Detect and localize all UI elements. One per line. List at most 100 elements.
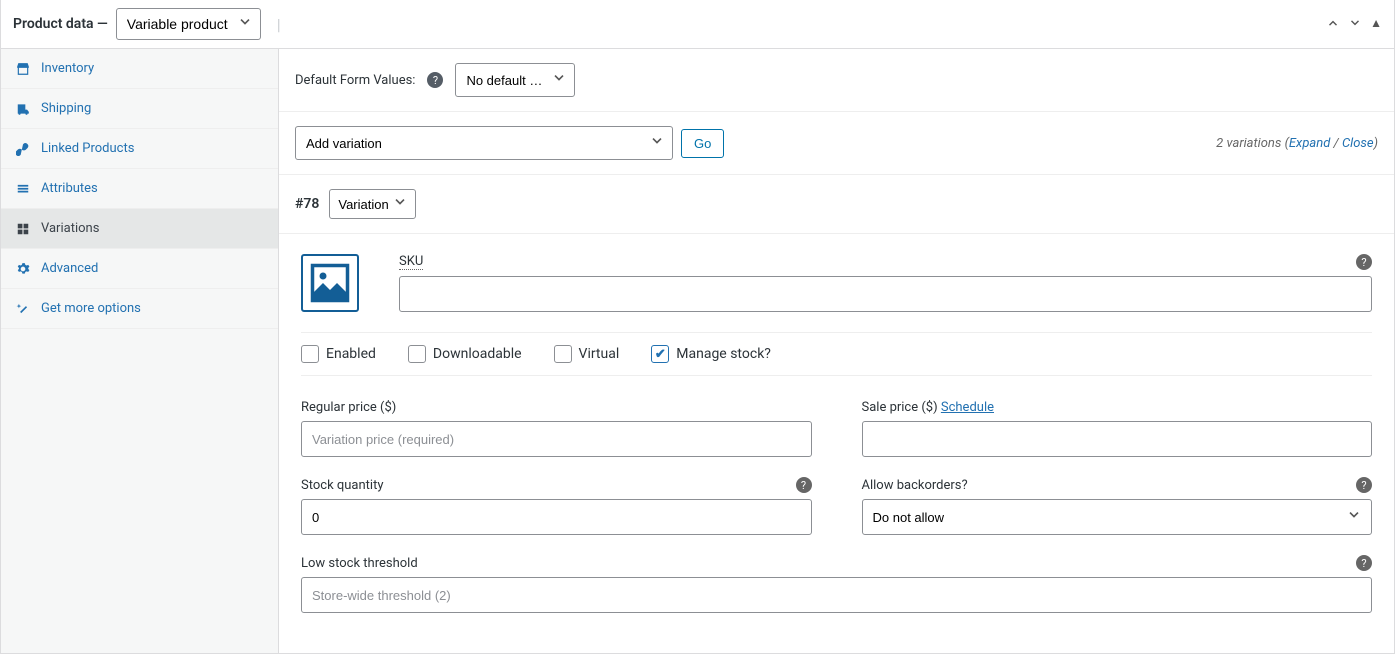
image-icon xyxy=(309,262,351,304)
virtual-label: Virtual xyxy=(579,346,620,362)
default-value-wrap: No default B... xyxy=(455,63,575,97)
tab-label: Attributes xyxy=(41,181,98,196)
gear-icon xyxy=(15,262,31,276)
list-icon xyxy=(15,182,31,196)
sku-field: SKU ? xyxy=(399,254,1372,312)
variation-attribute-select[interactable]: Variation xyxy=(329,189,416,219)
help-icon[interactable]: ? xyxy=(1356,254,1372,270)
help-icon[interactable]: ? xyxy=(1356,555,1372,571)
tab-content: Default Form Values: ? No default B... A… xyxy=(279,49,1394,653)
grid-icon xyxy=(15,222,31,236)
low-stock-field: Low stock threshold ? xyxy=(301,555,1372,613)
sale-price-input[interactable] xyxy=(862,421,1373,457)
downloadable-checkbox-item[interactable]: Downloadable xyxy=(408,345,522,363)
sale-price-label-row: Sale price ($) Schedule xyxy=(862,400,1373,415)
enabled-label: Enabled xyxy=(326,346,376,362)
tab-linked-products[interactable]: Linked Products xyxy=(1,129,278,169)
sku-label-row: SKU ? xyxy=(399,254,1372,270)
virtual-checkbox[interactable] xyxy=(554,345,572,363)
manage-stock-checkbox[interactable] xyxy=(651,345,669,363)
variation-attr-wrap: Variation xyxy=(329,189,416,219)
allow-backorders-field: Allow backorders? ? Do not allow xyxy=(862,477,1373,535)
tab-label: Inventory xyxy=(41,61,94,76)
header-divider: | xyxy=(277,15,281,34)
panel-header: Product data — Variable product | ▲ xyxy=(1,0,1394,49)
panel-title: Product data — xyxy=(13,16,108,32)
meta-end: ) xyxy=(1374,136,1378,151)
add-variation-select[interactable]: Add variation xyxy=(295,126,673,160)
panel-up-icon[interactable] xyxy=(1326,16,1340,33)
add-variation-wrap: Add variation xyxy=(295,126,673,160)
product-data-panel: Product data — Variable product | ▲ xyxy=(0,0,1395,654)
inventory-icon xyxy=(15,62,31,76)
default-form-label: Default Form Values: xyxy=(295,73,415,88)
link-icon xyxy=(15,142,31,156)
sale-price-label: Sale price ($) xyxy=(862,400,938,415)
tab-advanced[interactable]: Advanced xyxy=(1,249,278,289)
help-icon[interactable]: ? xyxy=(1356,477,1372,493)
low-stock-label-row: Low stock threshold ? xyxy=(301,555,1372,571)
panel-toggles: ▲ xyxy=(1326,16,1382,33)
go-button[interactable]: Go xyxy=(681,129,724,158)
variation-top-row: SKU ? xyxy=(301,254,1372,312)
stock-quantity-field: Stock quantity ? xyxy=(301,477,812,535)
allow-backorders-select[interactable]: Do not allow xyxy=(862,499,1373,535)
enabled-checkbox-item[interactable]: Enabled xyxy=(301,345,376,363)
variation-header: #78 Variation xyxy=(279,175,1394,234)
variations-count: 2 variations ( xyxy=(1216,136,1289,151)
variations-meta: 2 variations (Expand / Close) xyxy=(1216,136,1378,151)
low-stock-input[interactable] xyxy=(301,577,1372,613)
help-icon[interactable]: ? xyxy=(796,477,812,493)
low-stock-label: Low stock threshold xyxy=(301,556,418,571)
tab-shipping[interactable]: Shipping xyxy=(1,89,278,129)
tab-label: Variations xyxy=(41,221,99,236)
tab-label: Advanced xyxy=(41,261,98,276)
variation-actions-row: Add variation Go 2 variations (Expand / … xyxy=(279,112,1394,175)
tab-attributes[interactable]: Attributes xyxy=(1,169,278,209)
variation-body: SKU ? Enabled Downloadable xyxy=(279,234,1394,653)
backorders-wrap: Do not allow xyxy=(862,499,1373,535)
regular-price-label: Regular price ($) xyxy=(301,400,812,415)
panel-collapse-icon[interactable]: ▲ xyxy=(1370,16,1382,33)
downloadable-checkbox[interactable] xyxy=(408,345,426,363)
product-type-select[interactable]: Variable product xyxy=(116,8,261,40)
help-icon[interactable]: ? xyxy=(427,72,443,88)
panel-down-icon[interactable] xyxy=(1348,16,1362,33)
sku-label: SKU xyxy=(399,254,423,270)
expand-link[interactable]: Expand xyxy=(1289,136,1330,151)
stock-qty-label-row: Stock quantity ? xyxy=(301,477,812,493)
tab-label: Linked Products xyxy=(41,141,134,156)
tab-label: Shipping xyxy=(41,101,91,116)
variation-checkbox-row: Enabled Downloadable Virtual Manage stoc… xyxy=(301,332,1372,376)
panel-body: Inventory Shipping Linked Products Attri… xyxy=(1,49,1394,653)
variation-image-upload[interactable] xyxy=(301,254,359,312)
tab-variations[interactable]: Variations xyxy=(1,209,278,249)
default-value-select[interactable]: No default B... xyxy=(455,63,575,97)
manage-stock-checkbox-item[interactable]: Manage stock? xyxy=(651,345,771,363)
tab-get-more-options[interactable]: Get more options xyxy=(1,289,278,329)
virtual-checkbox-item[interactable]: Virtual xyxy=(554,345,620,363)
product-type-wrap: Variable product xyxy=(116,8,261,40)
variation-id: #78 xyxy=(295,196,319,212)
backorders-label-row: Allow backorders? ? xyxy=(862,477,1373,493)
tab-inventory[interactable]: Inventory xyxy=(1,49,278,89)
product-data-tabs: Inventory Shipping Linked Products Attri… xyxy=(1,49,279,653)
schedule-link[interactable]: Schedule xyxy=(941,400,994,415)
sale-price-field: Sale price ($) Schedule xyxy=(862,400,1373,457)
tab-label: Get more options xyxy=(41,301,141,316)
enabled-checkbox[interactable] xyxy=(301,345,319,363)
default-form-values-row: Default Form Values: ? No default B... xyxy=(279,49,1394,112)
panel-header-left: Product data — Variable product | xyxy=(13,8,281,40)
downloadable-label: Downloadable xyxy=(433,346,522,362)
truck-icon xyxy=(15,102,31,116)
sku-input[interactable] xyxy=(399,276,1372,312)
regular-price-input[interactable] xyxy=(301,421,812,457)
actions-left: Add variation Go xyxy=(295,126,724,160)
manage-stock-label: Manage stock? xyxy=(676,346,771,362)
meta-sep: / xyxy=(1330,136,1342,151)
stock-qty-label: Stock quantity xyxy=(301,478,384,493)
backorders-label: Allow backorders? xyxy=(862,478,968,493)
regular-price-field: Regular price ($) xyxy=(301,400,812,457)
close-link[interactable]: Close xyxy=(1342,136,1374,151)
stock-quantity-input[interactable] xyxy=(301,499,812,535)
